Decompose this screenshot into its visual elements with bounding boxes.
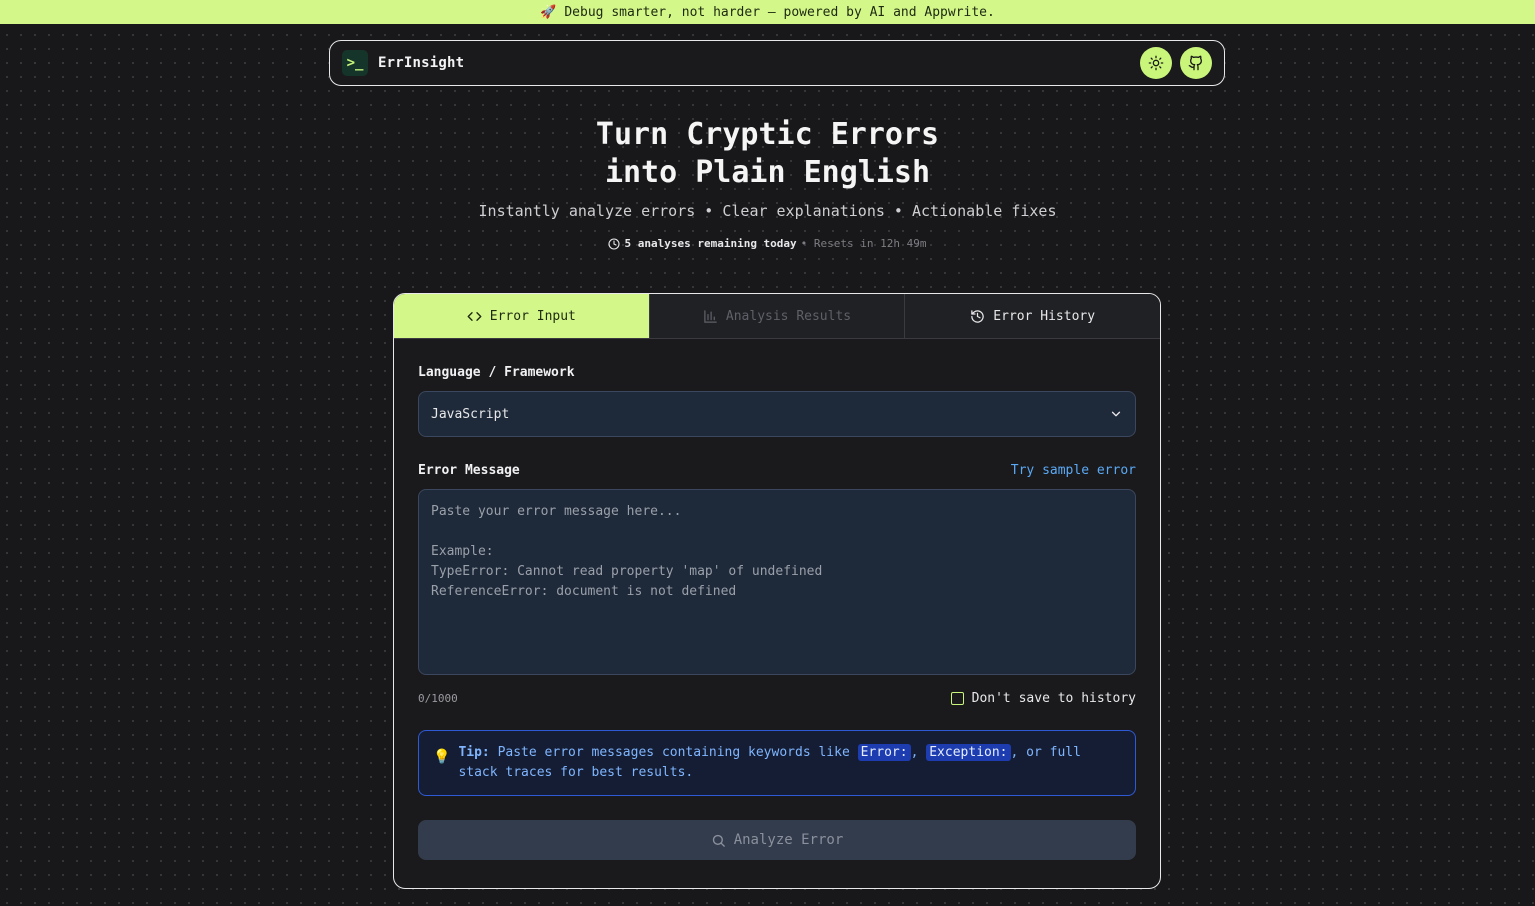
analyzer-card: Error Input Analysis Results Error Histo… [393, 293, 1161, 889]
tip-box: 💡 Tip: Paste error messages containing k… [418, 730, 1136, 796]
error-message-label: Error Message [418, 463, 520, 478]
dont-save-checkbox[interactable] [950, 692, 964, 705]
quota-status: 5 analyses remaining today • Resets in 1… [0, 237, 1535, 250]
brand-name: ErrInsight [378, 55, 465, 71]
bar-chart-icon [703, 309, 718, 324]
lightbulb-icon: 💡 [433, 749, 451, 765]
hero-subtitle: Instantly analyze errors • Clear explana… [478, 202, 1057, 220]
rocket-icon: 🚀 [540, 4, 557, 20]
tip-keyword-error: Error: [857, 744, 911, 761]
language-label: Language / Framework [418, 365, 575, 380]
quota-reset: • Resets in 12h 49m [800, 237, 927, 250]
language-select[interactable]: JavaScript [418, 391, 1136, 437]
tab-error-input[interactable]: Error Input [394, 294, 650, 338]
tab-bar: Error Input Analysis Results Error Histo… [394, 294, 1160, 339]
github-button[interactable] [1180, 47, 1212, 79]
analyze-error-button[interactable]: Analyze Error [418, 820, 1136, 860]
error-form: Language / Framework JavaScript Error Me… [394, 365, 1160, 860]
top-navbar: >_ ErrInsight [329, 40, 1225, 86]
search-icon [711, 833, 726, 848]
analyze-label: Analyze Error [733, 832, 844, 848]
banner-text: Debug smarter, not harder — powered by A… [564, 4, 995, 20]
clock-icon [608, 237, 621, 250]
tab-label: Error Input [489, 308, 576, 324]
tip-body: Paste error messages containing keywords… [497, 745, 850, 760]
character-counter: 0/1000 [418, 692, 458, 705]
brand[interactable]: >_ ErrInsight [342, 50, 464, 76]
hero-title-line2: into Plain English [604, 155, 931, 190]
sun-icon [1148, 55, 1164, 71]
history-icon [970, 309, 985, 324]
code-icon [467, 309, 482, 324]
theme-toggle-button[interactable] [1140, 47, 1172, 79]
tip-text: Tip: Paste error messages containing key… [458, 743, 1121, 795]
announcement-banner: 🚀 Debug smarter, not harder — powered by… [0, 0, 1535, 24]
dont-save-history-toggle[interactable]: Don't save to history [950, 691, 1136, 706]
tab-error-history[interactable]: Error History [905, 294, 1160, 338]
dont-save-label: Don't save to history [971, 691, 1136, 706]
hero-title-line1: Turn Cryptic Errors [595, 117, 940, 152]
language-value: JavaScript [431, 406, 510, 422]
tab-label: Analysis Results [725, 308, 852, 324]
error-message-textarea[interactable]: Paste your error message here... Example… [418, 489, 1136, 675]
quota-remaining: 5 analyses remaining today [624, 237, 797, 250]
hero-title: Turn Cryptic Errors into Plain English [0, 116, 1535, 192]
tip-keyword-exception: Exception: [926, 744, 1011, 761]
github-icon [1188, 55, 1204, 71]
tip-separator: , [910, 745, 919, 760]
try-sample-link[interactable]: Try sample error [1011, 463, 1136, 478]
chevron-down-icon [1109, 407, 1123, 421]
tab-label: Error History [993, 308, 1096, 324]
tab-analysis-results[interactable]: Analysis Results [649, 294, 906, 338]
tip-prefix: Tip: [458, 745, 490, 760]
terminal-icon: >_ [342, 50, 368, 76]
